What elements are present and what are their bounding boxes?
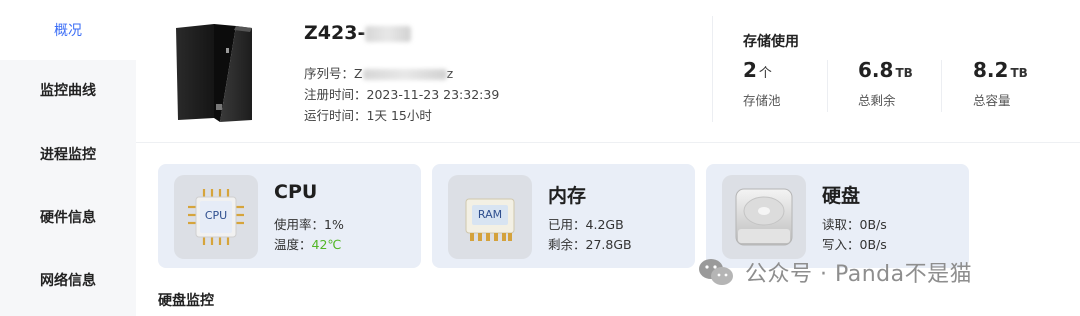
device-name-prefix: Z423- bbox=[304, 22, 366, 44]
device-name: Z423- bbox=[304, 22, 412, 44]
cpu-chip-label: CPU bbox=[204, 209, 228, 222]
cpu-usage-row: 使用率：1% bbox=[274, 214, 344, 233]
stat-capacity-label: 总容量 bbox=[973, 93, 1011, 108]
stat-capacity-value: 8.2 bbox=[973, 58, 1009, 82]
stat-pools-unit: 个 bbox=[758, 66, 772, 81]
cpu-usage-value: 1% bbox=[324, 217, 344, 232]
cpu-usage-label: 使用率： bbox=[274, 217, 325, 232]
horizontal-divider bbox=[136, 142, 1080, 143]
disk-read-row: 读取：0B/s bbox=[822, 214, 887, 233]
stat-free-label: 总剩余 bbox=[858, 93, 896, 108]
watermark-text: 公众号 · Panda不是猫 bbox=[745, 262, 973, 287]
memory-free-label: 剩余： bbox=[548, 237, 586, 252]
disk-write-row: 写入：0B/s bbox=[822, 234, 887, 253]
cpu-temp-label: 温度： bbox=[274, 237, 312, 252]
memory-free-value: 27.8GB bbox=[585, 237, 632, 252]
ram-chip-label: RAM bbox=[477, 208, 503, 221]
sidebar-item-hardware-info[interactable]: 硬件信息 bbox=[0, 187, 136, 247]
cpu-temp-row: 温度：42℃ bbox=[274, 234, 341, 253]
sidebar-item-overview[interactable]: 概况 bbox=[0, 0, 136, 60]
stat-free-unit: TB bbox=[895, 66, 913, 80]
hard-disk-icon bbox=[722, 175, 806, 259]
disk-monitor-section-title: 硬盘监控 bbox=[158, 293, 214, 309]
sidebar-item-monitor-curve[interactable]: 监控曲线 bbox=[0, 60, 136, 120]
ram-chip-icon: RAM bbox=[448, 175, 532, 259]
wechat-icon bbox=[699, 259, 733, 285]
disk-title: 硬盘 bbox=[822, 185, 861, 207]
stat-divider bbox=[827, 60, 828, 112]
memory-used-row: 已用：4.2GB bbox=[548, 214, 624, 233]
register-time-value: 2023-11-23 23:32:39 bbox=[366, 87, 500, 102]
cpu-chip-icon: CPU bbox=[174, 175, 258, 259]
storage-title: 存储使用 bbox=[743, 34, 799, 50]
sidebar-item-process-monitor[interactable]: 进程监控 bbox=[0, 124, 136, 184]
sidebar-item-network-info[interactable]: 网络信息 bbox=[0, 250, 136, 310]
watermark: 公众号 · Panda不是猫 bbox=[697, 256, 972, 288]
stat-total-free: 6.8 TB 总剩余 bbox=[858, 58, 913, 109]
stat-free-value: 6.8 bbox=[858, 58, 894, 82]
stat-storage-pools: 2个 存储池 bbox=[743, 58, 781, 109]
redacted-device-suffix bbox=[365, 25, 412, 42]
memory-title: 内存 bbox=[548, 185, 587, 207]
memory-card[interactable]: RAM 内存 已用：4.2GB 剩余：27.8GB bbox=[432, 164, 695, 268]
cpu-title: CPU bbox=[274, 181, 318, 203]
register-time-label: 注册时间： bbox=[304, 87, 367, 102]
stat-total-capacity: 8.2 TB 总容量 bbox=[973, 58, 1028, 109]
nas-device-image bbox=[170, 18, 280, 128]
stat-pools-value: 2 bbox=[743, 58, 757, 82]
disk-write-label: 写入： bbox=[822, 237, 860, 252]
stat-divider bbox=[941, 60, 942, 112]
redacted-serial bbox=[362, 69, 447, 80]
serial-value-prefix: Z bbox=[354, 66, 363, 81]
stat-capacity-unit: TB bbox=[1010, 66, 1028, 80]
disk-read-label: 读取： bbox=[822, 217, 860, 232]
serial-value-suffix: z bbox=[446, 66, 454, 81]
serial-row: 序列号：Z z bbox=[304, 63, 453, 82]
uptime-row: 运行时间：1天 15小时 bbox=[304, 105, 432, 124]
vertical-divider bbox=[712, 16, 713, 122]
stat-pools-label: 存储池 bbox=[743, 93, 781, 108]
disk-card[interactable]: 硬盘 读取：0B/s 写入：0B/s bbox=[706, 164, 969, 268]
uptime-label: 运行时间： bbox=[304, 108, 367, 123]
cpu-card[interactable]: CPU CPU 使用率：1% 温度：42℃ bbox=[158, 164, 421, 268]
sidebar: 概况 监控曲线 进程监控 硬件信息 网络信息 bbox=[0, 0, 136, 316]
register-time-row: 注册时间：2023-11-23 23:32:39 bbox=[304, 84, 499, 103]
serial-label: 序列号： bbox=[304, 66, 355, 81]
disk-read-value: 0B/s bbox=[859, 217, 887, 232]
uptime-value: 1天 15小时 bbox=[366, 108, 432, 123]
memory-free-row: 剩余：27.8GB bbox=[548, 234, 632, 253]
cpu-temp-value: 42℃ bbox=[311, 237, 342, 252]
memory-used-label: 已用： bbox=[548, 217, 586, 232]
disk-write-value: 0B/s bbox=[859, 237, 887, 252]
memory-used-value: 4.2GB bbox=[585, 217, 624, 232]
